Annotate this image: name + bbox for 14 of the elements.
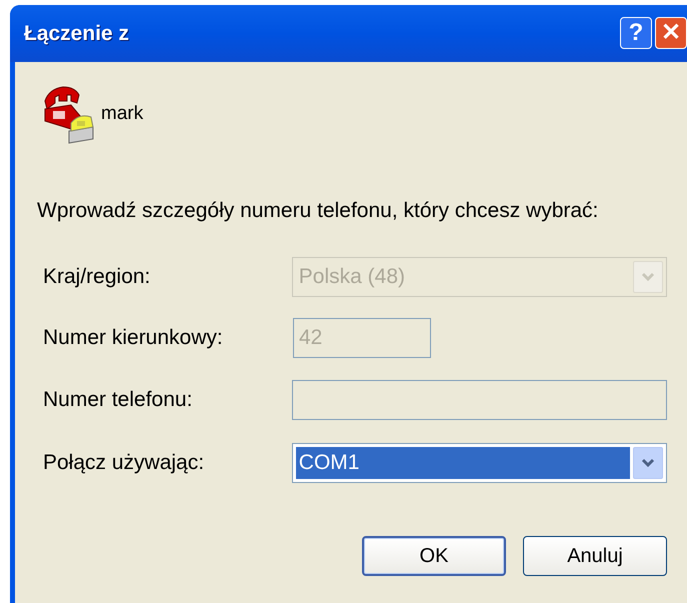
chevron-down-icon [641, 272, 655, 282]
ok-button[interactable]: OK [362, 536, 506, 576]
field-label: Połącz używając: [43, 450, 206, 476]
field-label: Kraj/region: [43, 264, 152, 290]
cancel-button[interactable]: Anuluj [523, 536, 667, 576]
chevron-down-icon [641, 458, 655, 468]
connection-name: mark [101, 102, 144, 126]
instruction-text: Wprowadź szczegóły numeru telefonu, który chcesz wybrać: [37, 198, 600, 224]
close-button[interactable]: ✕ [655, 17, 687, 49]
field-label: Numer kierunkowy: [43, 324, 224, 351]
help-button[interactable]: ? [620, 17, 652, 49]
window-title: Łączenie z [24, 20, 130, 47]
field-label: Numer telefonu: [43, 386, 194, 413]
dropdown[interactable]: COM1 [292, 442, 667, 482]
